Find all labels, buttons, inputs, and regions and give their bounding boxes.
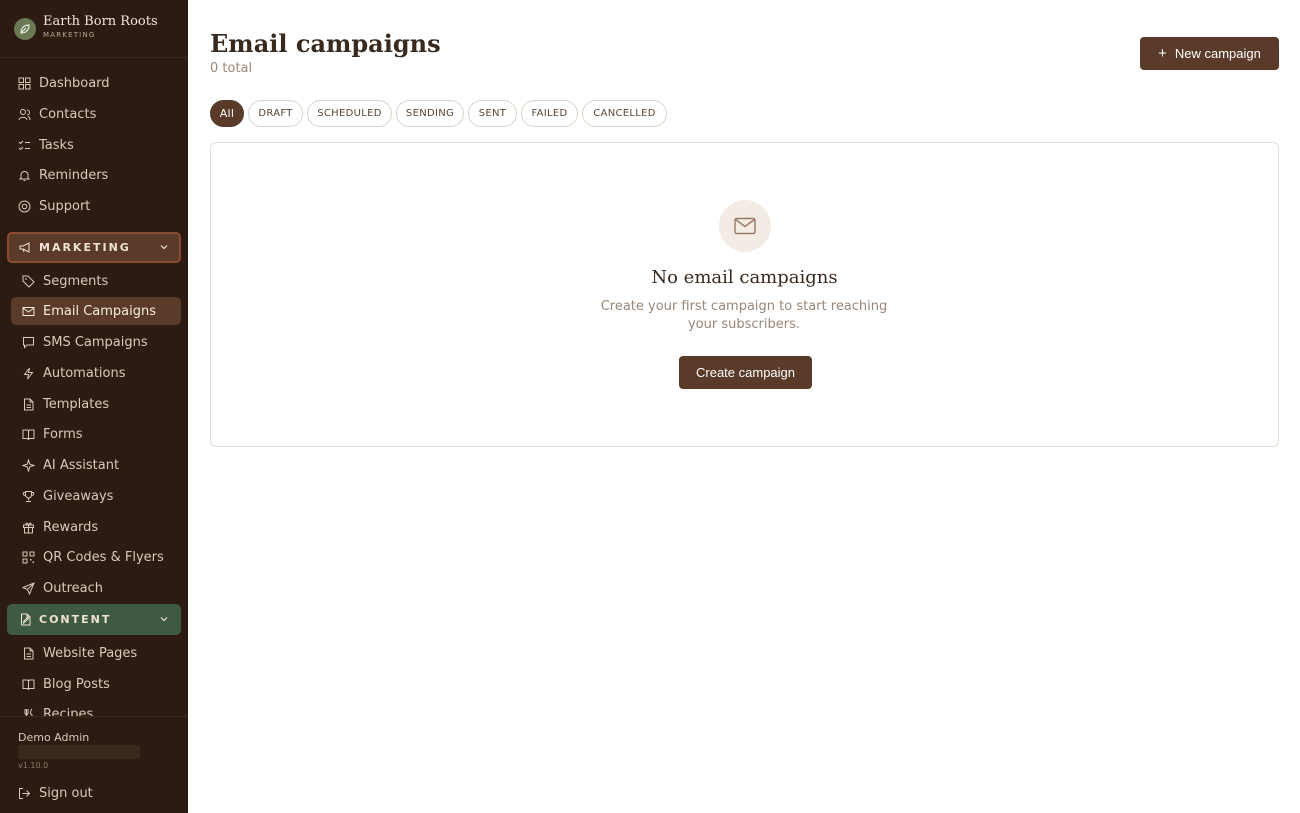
section-label: MARKETING: [39, 241, 131, 254]
brand-subtitle: MARKETING: [43, 31, 96, 39]
sidebar-item-reminders[interactable]: Reminders: [0, 161, 188, 189]
section-label: CONTENT: [39, 613, 112, 626]
filter-sent[interactable]: SENT: [468, 100, 517, 127]
sidebar-item-qr-codes[interactable]: QR Codes & Flyers: [11, 543, 181, 571]
brand-header: Earth Born Roots MARKETING: [0, 0, 188, 58]
sidebar-item-label: Contacts: [39, 106, 97, 122]
new-campaign-button[interactable]: + New campaign: [1140, 37, 1279, 70]
sidebar-item-label: Reminders: [39, 167, 109, 183]
sidebar-item-website-pages[interactable]: Website Pages: [11, 639, 181, 667]
sidebar-item-outreach[interactable]: Outreach: [11, 574, 181, 602]
filter-cancelled[interactable]: CANCELLED: [582, 100, 667, 127]
sidebar-item-label: QR Codes & Flyers: [43, 549, 164, 565]
chevron-down-icon: [158, 241, 170, 253]
sidebar-item-forms[interactable]: Forms: [11, 420, 181, 448]
sidebar-item-label: Support: [39, 198, 91, 214]
filter-scheduled[interactable]: SCHEDULED: [307, 100, 392, 127]
user-name: Demo Admin: [18, 731, 90, 744]
gift-icon: [21, 520, 35, 534]
sidebar-item-email-campaigns[interactable]: Email Campaigns: [11, 297, 181, 325]
send-icon: [21, 581, 35, 595]
zap-icon: [21, 366, 35, 380]
plus-icon: +: [1158, 45, 1167, 62]
sidebar-item-blog-posts[interactable]: Blog Posts: [11, 670, 181, 698]
sidebar-item-label: SMS Campaigns: [43, 334, 148, 350]
sidebar-item-rewards[interactable]: Rewards: [11, 513, 181, 541]
sidebar-item-contacts[interactable]: Contacts: [0, 100, 188, 128]
megaphone-icon: [18, 241, 32, 255]
filter-all[interactable]: All: [210, 100, 244, 127]
mail-icon: [719, 200, 771, 252]
sidebar-item-ai-assistant[interactable]: AI Assistant: [11, 451, 181, 479]
trophy-icon: [21, 489, 35, 503]
sidebar-item-label: Website Pages: [43, 645, 138, 661]
sidebar-footer: Demo Admin v1.10.0 Sign out: [0, 716, 188, 813]
sidebar-item-label: Forms: [43, 426, 83, 442]
tag-icon: [21, 274, 35, 288]
file-icon: [21, 646, 35, 660]
mail-icon: [21, 304, 35, 318]
sidebar-item-label: Blog Posts: [43, 676, 110, 692]
sidebar-item-tasks[interactable]: Tasks: [0, 131, 188, 159]
grid-icon: [17, 76, 31, 90]
section-toggle-content[interactable]: CONTENT: [7, 604, 181, 635]
file-icon: [21, 397, 35, 411]
sidebar-item-label: Rewards: [43, 519, 99, 535]
sign-out-button[interactable]: Sign out: [0, 779, 188, 807]
empty-state-title: No email campaigns: [651, 267, 838, 288]
campaign-count: 0 total: [210, 61, 253, 76]
file-pen-icon: [18, 613, 32, 627]
sidebar-item-label: AI Assistant: [43, 457, 120, 473]
app-version: v1.10.0: [18, 761, 49, 770]
log-out-icon: [17, 786, 31, 800]
sidebar-item-label: Segments: [43, 273, 109, 289]
user-email-redacted: [18, 745, 140, 759]
book-icon: [21, 677, 35, 691]
empty-state-description: Create your first campaign to start reac…: [600, 299, 888, 332]
sign-out-label: Sign out: [39, 785, 93, 801]
chevron-down-icon: [158, 613, 170, 625]
users-icon: [17, 107, 31, 121]
sidebar-item-label: Automations: [43, 365, 126, 381]
sidebar: Earth Born Roots MARKETING Dashboard Con…: [0, 0, 188, 813]
filter-draft[interactable]: DRAFT: [248, 100, 303, 127]
sidebar-item-templates[interactable]: Templates: [11, 390, 181, 418]
sidebar-item-label: Templates: [43, 396, 110, 412]
filter-failed[interactable]: FAILED: [521, 100, 578, 127]
message-icon: [21, 335, 35, 349]
sidebar-item-label: Email Campaigns: [43, 303, 157, 319]
empty-state-card: No email campaigns Create your first cam…: [210, 142, 1279, 447]
sidebar-item-sms-campaigns[interactable]: SMS Campaigns: [11, 328, 181, 356]
brand-name: Earth Born Roots: [43, 14, 158, 29]
sidebar-item-support[interactable]: Support: [0, 192, 188, 220]
sidebar-item-dashboard[interactable]: Dashboard: [0, 69, 188, 97]
qr-icon: [21, 550, 35, 564]
sidebar-item-label: Tasks: [39, 137, 74, 153]
filter-sending[interactable]: SENDING: [396, 100, 464, 127]
sidebar-item-label: Dashboard: [39, 75, 110, 91]
list-check-icon: [17, 138, 31, 152]
sparkle-icon: [21, 458, 35, 472]
sidebar-item-label: Giveaways: [43, 488, 114, 504]
section-toggle-marketing[interactable]: MARKETING: [7, 232, 181, 263]
lifebuoy-icon: [17, 199, 31, 213]
book-icon: [21, 427, 35, 441]
leaf-logo-icon: [14, 18, 36, 40]
create-campaign-button[interactable]: Create campaign: [679, 356, 812, 389]
sidebar-item-segments[interactable]: Segments: [11, 267, 181, 295]
sidebar-item-automations[interactable]: Automations: [11, 359, 181, 387]
new-campaign-label: New campaign: [1174, 46, 1261, 61]
sidebar-item-giveaways[interactable]: Giveaways: [11, 482, 181, 510]
bell-icon: [17, 168, 31, 182]
sidebar-item-label: Outreach: [43, 580, 103, 596]
page-title: Email campaigns: [210, 29, 441, 58]
